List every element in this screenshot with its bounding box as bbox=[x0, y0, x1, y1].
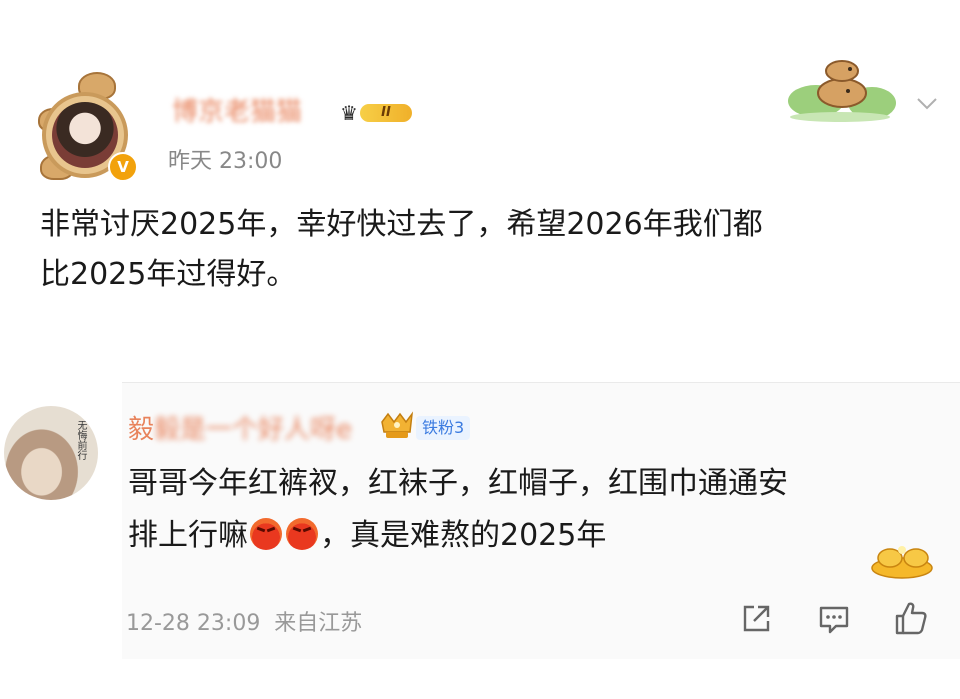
avatar-photo bbox=[52, 102, 118, 168]
comment-text-line2: 排上行嘛 bbox=[128, 518, 248, 553]
verified-badge: V bbox=[108, 152, 138, 182]
avatar-calligraphy: 无悔前行 bbox=[75, 420, 86, 460]
share-icon[interactable] bbox=[740, 603, 772, 635]
commenter-name-blurred: 毅是一个好人呀e bbox=[154, 415, 353, 445]
post-body-text: 非常讨厌2025年，幸好快过去了，希望2026年我们都 比2025年过得好。 bbox=[40, 207, 763, 292]
vip-badge[interactable]: ♛ II bbox=[340, 101, 416, 125]
comment-timestamp-location: 12-28 23:09 来自江苏 bbox=[126, 611, 363, 636]
fan-crown-icon bbox=[381, 411, 414, 438]
commenter-avatar[interactable]: 无悔前行 bbox=[4, 406, 98, 500]
gold-ingot-decor-icon bbox=[871, 546, 933, 579]
author-avatar[interactable]: V bbox=[38, 72, 148, 182]
fan-level-badge[interactable]: 铁粉3 bbox=[416, 416, 471, 440]
commenter-name[interactable]: 毅毅是一个好人呀e bbox=[128, 413, 352, 447]
chevron-down-icon[interactable] bbox=[916, 97, 938, 111]
comment-icon[interactable] bbox=[818, 603, 850, 635]
post-author-name[interactable]: 博京老猫猫 bbox=[172, 95, 352, 129]
vip-level: II bbox=[360, 104, 412, 122]
like-icon[interactable] bbox=[894, 600, 928, 636]
angry-emoji-icon bbox=[250, 518, 282, 550]
angry-emoji-icon bbox=[286, 518, 318, 550]
comment-text-line2-rest: ，真是难熬的2025年 bbox=[320, 518, 607, 553]
commenter-name-visible: 毅 bbox=[128, 415, 155, 445]
comment-text: 哥哥今年红裤衩，红袜子，红帽子，红围巾通通安 排上行嘛 ，真是难熬的2025年 bbox=[128, 458, 928, 562]
post-timestamp: 昨天 23:00 bbox=[168, 149, 283, 174]
capybara-decor-icon bbox=[788, 60, 896, 122]
comment-text-line1: 哥哥今年红裤衩，红袜子，红帽子，红围巾通通安 bbox=[128, 466, 788, 501]
